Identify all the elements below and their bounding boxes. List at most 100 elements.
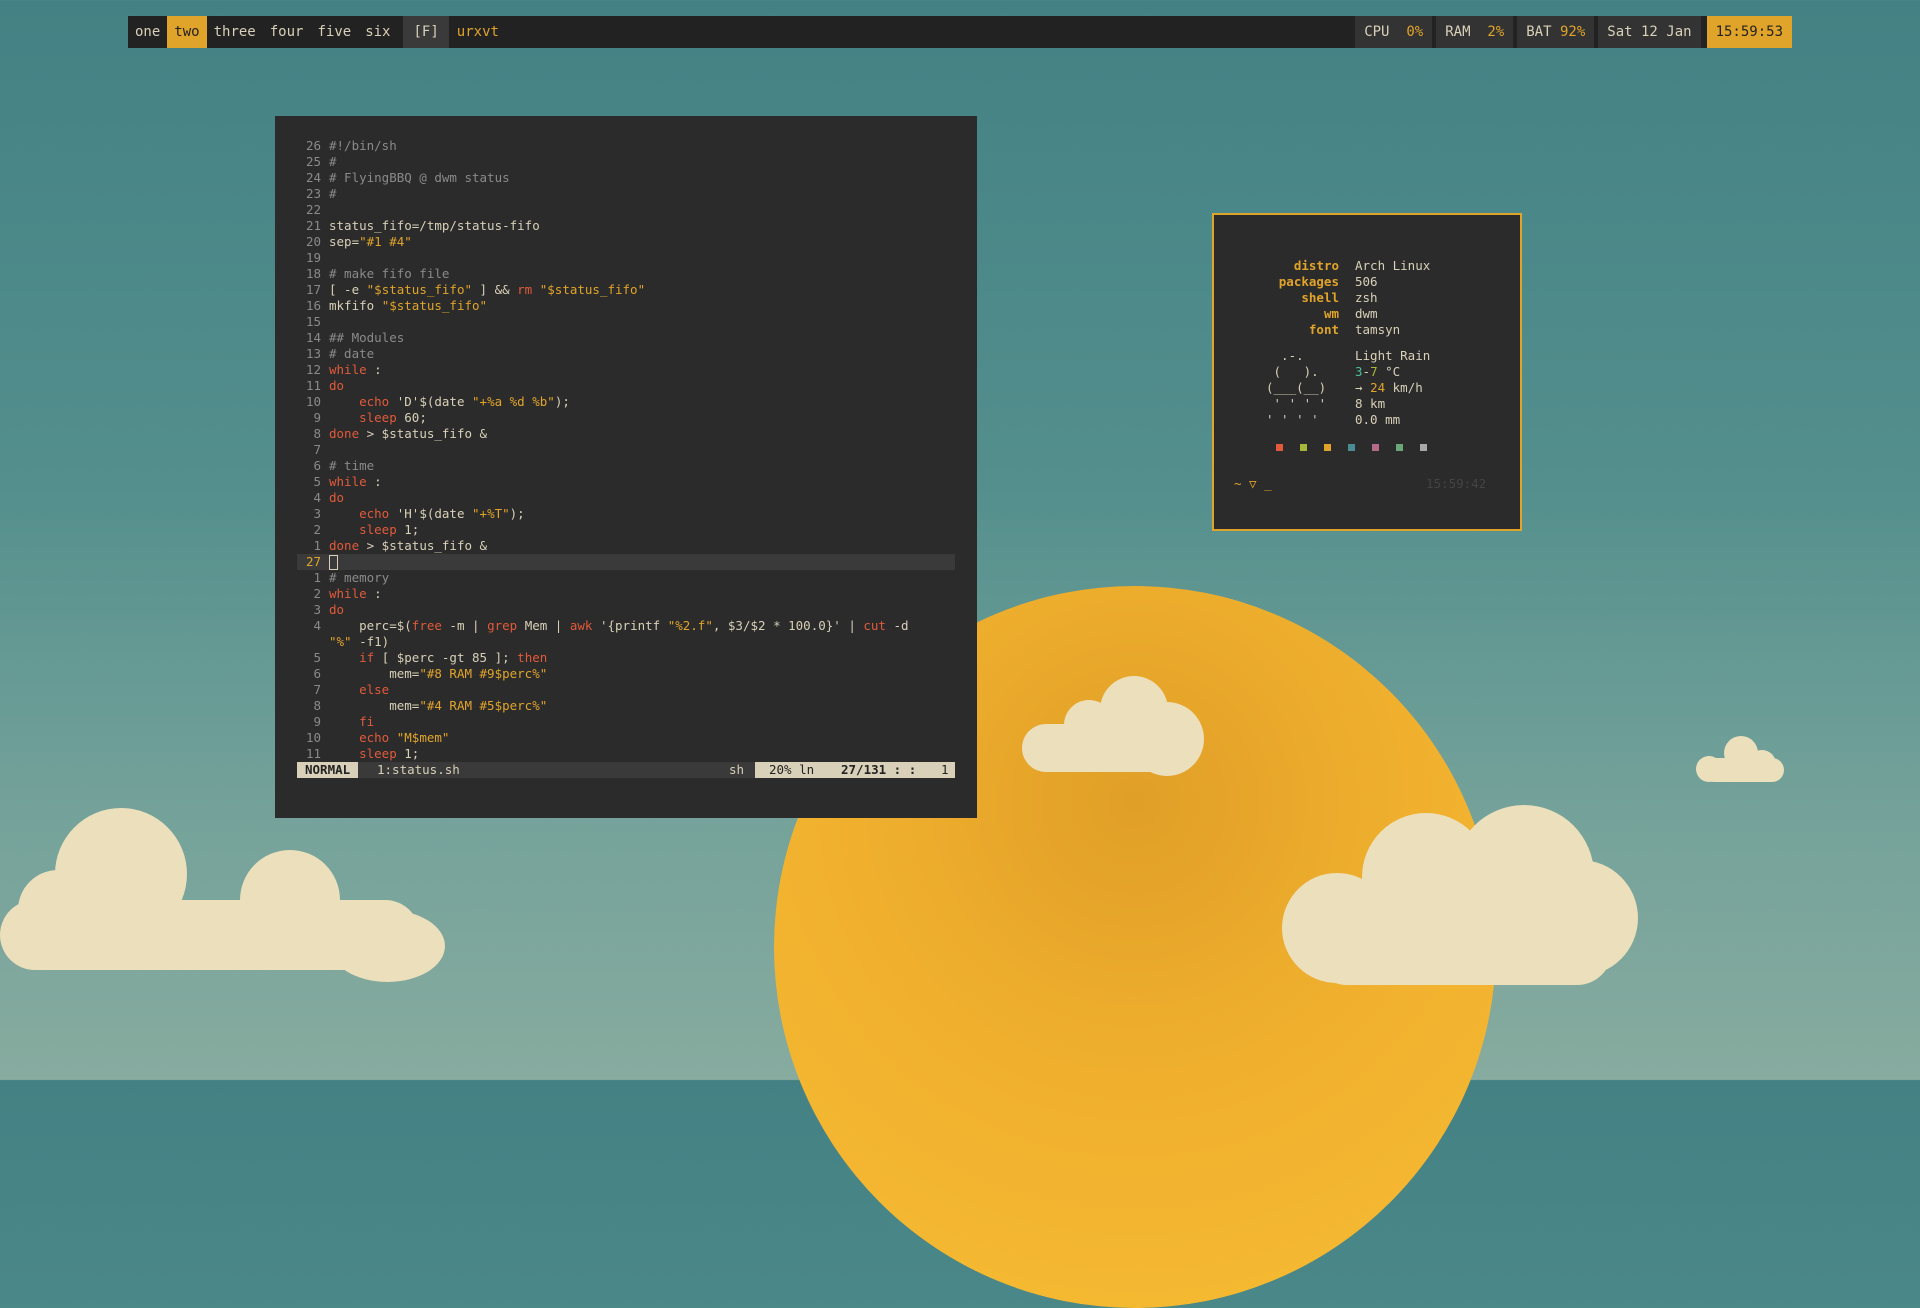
line-text: mem="#8 RAM #9$perc%" <box>329 666 548 681</box>
code-line[interactable]: 8 done > $status_fifo & <box>297 426 955 442</box>
code-buffer[interactable]: 26 #!/bin/sh 25 #24 # FlyingBBQ @ dwm status… <box>297 138 955 762</box>
tag-three[interactable]: three <box>207 16 263 48</box>
vim-statusline: NORMAL 1:status.sh sh 20% ln 27/131 : : … <box>297 762 955 778</box>
line-text: mem="#4 RAM #5$perc%" <box>329 698 548 713</box>
info-label-distro: distro <box>1293 258 1339 273</box>
code-line[interactable]: 18 # make fifo file <box>297 266 955 282</box>
code-line[interactable]: 7 else <box>297 682 955 698</box>
code-line[interactable]: 11 sleep 1; <box>297 746 955 762</box>
color-swatch <box>1372 444 1379 451</box>
code-line[interactable]: 7 <box>297 442 955 458</box>
line-number: 8 <box>313 426 321 441</box>
tag-five[interactable]: five <box>310 16 358 48</box>
code-line[interactable]: 4 do <box>297 490 955 506</box>
weather-art-line: .-. <box>1266 348 1327 363</box>
fetch-terminal-window[interactable]: distro Arch Linux packages 506 shell zsh wm dwm… <box>1212 213 1522 531</box>
code-line[interactable]: 23 # <box>297 186 955 202</box>
weather-art-line: ' ' ' ' <box>1266 412 1327 427</box>
code-line[interactable]: 3 do <box>297 602 955 618</box>
battery-value: 92% <box>1559 24 1586 40</box>
battery-block: BAT 92% <box>1517 16 1595 48</box>
line-number: 21 <box>305 218 321 233</box>
code-line[interactable]: 6 mem="#8 RAM #9$perc%" <box>297 666 955 682</box>
code-line[interactable]: 5 if [ $perc -gt 85 ]; then <box>297 650 955 666</box>
info-value-font: tamsyn <box>1355 322 1401 337</box>
code-line[interactable]: 6 # time <box>297 458 955 474</box>
code-line[interactable]: 16 mkfifo "$status_fifo" <box>297 298 955 314</box>
line-text: #!/bin/sh <box>329 138 397 153</box>
code-line[interactable]: 24 # FlyingBBQ @ dwm status <box>297 170 955 186</box>
code-line[interactable]: 19 <box>297 250 955 266</box>
line-number: 11 <box>305 746 321 761</box>
line-text: sleep 1; <box>359 522 420 537</box>
line-number: 3 <box>313 602 321 617</box>
weather-art-line: ' ' ' ' <box>1266 396 1327 411</box>
tag-two[interactable]: two <box>167 16 207 48</box>
color-swatch <box>1348 444 1355 451</box>
line-text: while : <box>329 362 382 377</box>
code-line[interactable]: 11 do <box>297 378 955 394</box>
tag-four[interactable]: four <box>263 16 311 48</box>
line-number: 4 <box>313 490 321 505</box>
code-line[interactable]: 14 ## Modules <box>297 330 955 346</box>
code-line[interactable]: 2 sleep 1; <box>297 522 955 538</box>
shell-prompt[interactable]: ~ ▽ _ <box>1234 476 1272 492</box>
line-number: 7 <box>313 682 321 697</box>
code-line[interactable]: 9 fi <box>297 714 955 730</box>
weather-art-line: ( ). <box>1266 364 1327 379</box>
line-text: do <box>329 602 345 617</box>
code-line[interactable]: 22 <box>297 202 955 218</box>
line-text: status_fifo=/tmp/status-fifo <box>329 218 540 233</box>
line-text: ## Modules <box>329 330 405 345</box>
line-number: 13 <box>305 346 321 361</box>
code-line[interactable]: "%" -f1) <box>297 634 955 650</box>
scroll-percent: 20% ln <box>769 762 815 777</box>
code-line[interactable]: 3 echo 'H'$(date "+%T"); <box>297 506 955 522</box>
line-text: sleep 1; <box>359 746 420 761</box>
code-line[interactable]: 21 status_fifo=/tmp/status-fifo <box>297 218 955 234</box>
info-label-packages: packages <box>1278 274 1339 289</box>
code-line[interactable]: 5 while : <box>297 474 955 490</box>
code-line[interactable]: 10 echo 'D'$(date "+%a %d %b"); <box>297 394 955 410</box>
line-text: [ -e "$status_fifo" ] && rm "$status_fif… <box>329 282 646 297</box>
code-line[interactable]: 17 [ -e "$status_fifo" ] && rm "$status_f… <box>297 282 955 298</box>
code-line[interactable]: 1 # memory <box>297 570 955 586</box>
code-line[interactable]: 4 perc=$(free -m | grep Mem | awk '{prin… <box>297 618 955 634</box>
tag-one[interactable]: one <box>128 16 167 48</box>
line-number: 7 <box>313 442 321 457</box>
line-number: 16 <box>305 298 321 313</box>
info-label-shell: shell <box>1301 290 1339 305</box>
weather-wind: → 24 km/h <box>1355 380 1423 395</box>
weather-art-line: (___(__) <box>1266 380 1327 395</box>
code-line[interactable]: 2 while : <box>297 586 955 602</box>
code-line[interactable]: 9 sleep 60; <box>297 410 955 426</box>
code-line[interactable]: 10 echo "M$mem" <box>297 730 955 746</box>
line-number: 11 <box>305 378 321 393</box>
code-line[interactable]: 27 <box>297 554 955 570</box>
code-line[interactable]: 25 # <box>297 154 955 170</box>
line-text: # time <box>329 458 375 473</box>
line-number: 1 <box>313 570 321 585</box>
line-text: sep="#1 #4" <box>329 234 412 249</box>
code-line[interactable]: 8 mem="#4 RAM #5$perc%" <box>297 698 955 714</box>
weather-condition: Light Rain <box>1355 348 1431 363</box>
code-line[interactable]: 15 <box>297 314 955 330</box>
ram-value: 2% <box>1487 24 1505 40</box>
line-text: echo 'H'$(date "+%T"); <box>359 506 525 521</box>
color-swatch <box>1300 444 1307 451</box>
layout-indicator[interactable]: [F] <box>403 16 449 48</box>
code-line[interactable]: 12 while : <box>297 362 955 378</box>
date-block: Sat 12 Jan <box>1598 16 1701 48</box>
code-line[interactable]: 13 # date <box>297 346 955 362</box>
line-text: while : <box>329 474 382 489</box>
clock: 15:59:53 <box>1706 16 1792 48</box>
code-line[interactable]: 20 sep="#1 #4" <box>297 234 955 250</box>
line-text: perc=$(free -m | grep Mem | awk '{printf… <box>329 618 909 633</box>
code-line[interactable]: 26 #!/bin/sh <box>297 138 955 154</box>
tag-six[interactable]: six <box>358 16 397 48</box>
info-value-wm: dwm <box>1355 306 1378 321</box>
terminal-editor-window[interactable]: 26 #!/bin/sh 25 #24 # FlyingBBQ @ dwm status… <box>275 116 977 818</box>
code-line[interactable]: 1 done > $status_fifo & <box>297 538 955 554</box>
line-text: # <box>329 154 337 169</box>
line-text: # make fifo file <box>329 266 450 281</box>
